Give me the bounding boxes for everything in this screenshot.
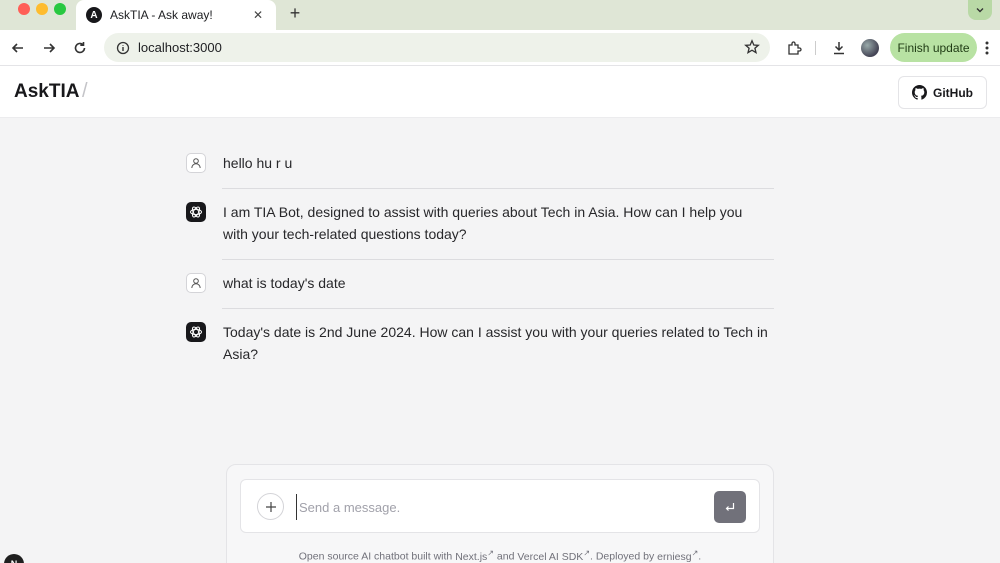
extensions-button[interactable]	[782, 36, 806, 60]
message-divider	[222, 259, 774, 260]
finish-update-button[interactable]: Finish update	[890, 33, 977, 62]
tab-title: AskTIA - Ask away!	[110, 8, 213, 22]
close-window-button[interactable]	[18, 3, 30, 15]
star-icon[interactable]	[744, 39, 760, 55]
message-text: hello hu r u	[223, 155, 293, 171]
new-tab-button[interactable]: +	[286, 4, 304, 22]
reload-icon	[74, 42, 86, 54]
browser-tab[interactable]: A AskTIA - Ask away! ✕	[76, 0, 276, 30]
url-text: localhost:3000	[138, 40, 222, 55]
breadcrumb-separator: /	[82, 80, 88, 102]
plus-icon	[265, 501, 276, 512]
tab-close-icon[interactable]: ✕	[250, 8, 266, 22]
user-icon	[186, 273, 206, 293]
message-assistant: I am TIA Bot, designed to assist with qu…	[186, 202, 774, 245]
vercel-link[interactable]: Vercel AI SDK↗	[517, 548, 591, 563]
chat-thread: hello hu r u I am TIA Bot, designed to a…	[186, 152, 774, 365]
tab-search-button[interactable]	[968, 0, 992, 20]
author-link[interactable]: erniesg↗	[657, 548, 698, 563]
footer-text: .	[698, 550, 702, 563]
openai-icon	[186, 202, 206, 222]
external-link-icon: ↗	[487, 548, 494, 557]
favicon-icon: A	[86, 7, 102, 23]
vercel-link-label: Vercel AI SDK	[517, 550, 584, 563]
downloads-button[interactable]	[827, 36, 851, 60]
github-button[interactable]: GitHub	[898, 76, 987, 109]
message-text: Today's date is 2nd June 2024. How can I…	[223, 324, 768, 362]
nextjs-dev-badge[interactable]: N	[4, 554, 24, 563]
composer	[240, 479, 760, 533]
browser-toolbar: localhost:3000 Finish update	[0, 30, 1000, 66]
user-icon	[186, 153, 206, 173]
footer-note: Open source AI chatbot built with Next.j…	[226, 548, 774, 563]
github-label: GitHub	[933, 85, 973, 100]
footer-text: Open source AI chatbot built with	[298, 550, 456, 563]
send-button[interactable]	[714, 491, 746, 523]
openai-icon	[186, 322, 206, 342]
site-info-icon[interactable]	[116, 41, 130, 55]
new-chat-button[interactable]	[257, 493, 284, 520]
external-link-icon: ↗	[583, 548, 591, 557]
puzzle-icon	[788, 41, 802, 55]
arrow-right-icon	[44, 43, 56, 53]
app-header: AskTIA / GitHub	[0, 66, 1000, 118]
download-icon	[834, 42, 844, 55]
nextjs-link-label: Next.js	[455, 550, 488, 563]
nextjs-link[interactable]: Next.js↗	[455, 548, 494, 563]
github-icon	[912, 85, 927, 100]
toolbar-divider	[815, 41, 816, 55]
reload-button[interactable]	[68, 36, 92, 60]
browser-tabbar: A AskTIA - Ask away! ✕ +	[0, 0, 1000, 30]
message-user: hello hu r u	[186, 153, 774, 174]
maximize-window-button[interactable]	[54, 3, 66, 15]
message-text: I am TIA Bot, designed to assist with qu…	[223, 204, 743, 242]
browser-menu-button[interactable]	[978, 36, 996, 60]
profile-button[interactable]	[858, 36, 882, 60]
enter-icon	[725, 503, 735, 511]
kebab-menu-icon	[985, 41, 989, 55]
minimize-window-button[interactable]	[36, 3, 48, 15]
author-link-label: erniesg	[657, 550, 692, 563]
profile-avatar-icon	[861, 39, 879, 57]
message-user: what is today's date	[186, 273, 774, 294]
back-button[interactable]	[6, 36, 30, 60]
forward-button[interactable]	[37, 36, 61, 60]
message-text: what is today's date	[223, 275, 346, 291]
message-input[interactable]	[296, 494, 696, 520]
footer-text: and	[494, 550, 518, 563]
chevron-down-icon	[976, 8, 984, 13]
address-bar[interactable]: localhost:3000	[104, 33, 770, 62]
message-divider	[222, 188, 774, 189]
arrow-left-icon	[11, 43, 23, 53]
message-assistant: Today's date is 2nd June 2024. How can I…	[186, 322, 774, 365]
footer-text: . Deployed by	[590, 550, 658, 563]
message-divider	[222, 308, 774, 309]
brand-title[interactable]: AskTIA	[14, 81, 79, 103]
